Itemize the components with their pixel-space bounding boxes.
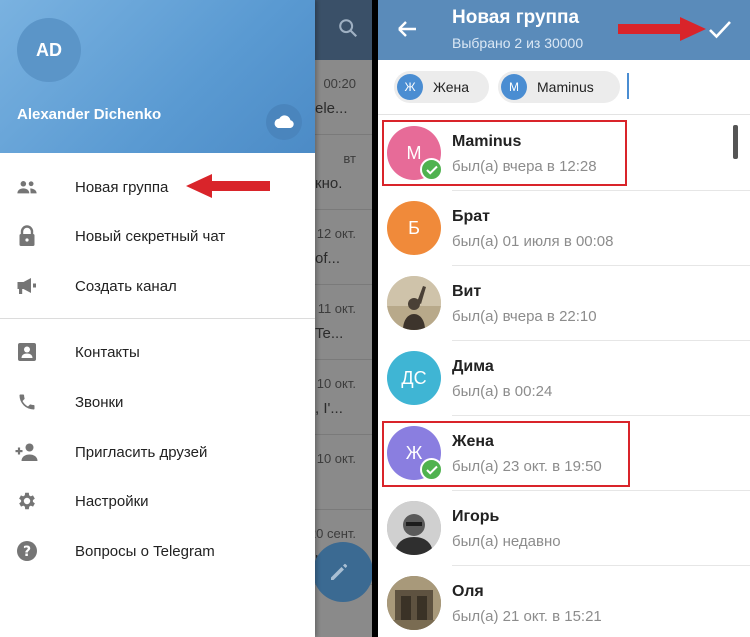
contact-name: Вит: [452, 283, 482, 300]
chat-row: 10 окт., I'...: [315, 360, 372, 435]
cloud-icon: [274, 115, 294, 128]
pencil-icon: [331, 563, 348, 580]
help-icon: ?: [15, 539, 39, 563]
avatar-photo: [387, 276, 441, 330]
page-title: Новая группа: [452, 7, 580, 28]
chat-row: 10 окт.: [315, 435, 372, 510]
saved-messages-button[interactable]: [266, 104, 302, 140]
menu-item-settings[interactable]: Настройки: [0, 476, 315, 526]
menu-label: Новая группа: [75, 178, 169, 196]
add-person-icon: [15, 440, 39, 464]
contact-name: Дима: [452, 358, 494, 375]
menu-divider: [0, 318, 315, 319]
contact-row[interactable]: Оля был(а) 21 окт. в 15:21: [378, 566, 750, 637]
megaphone-icon: [15, 274, 39, 298]
avatar-photo: [387, 501, 441, 555]
menu-label: Создать канал: [75, 277, 177, 295]
selection-count: Выбрано 2 из 30000: [452, 35, 584, 51]
menu-label: Пригласить друзей: [75, 443, 208, 461]
contact-row[interactable]: ДС Дима был(а) в 00:24: [378, 341, 750, 416]
contact-status: был(а) 21 окт. в 15:21: [452, 608, 602, 625]
chat-row: 11 окт. Te...: [315, 285, 372, 360]
new-group-toolbar: Новая группа Выбрано 2 из 30000: [378, 0, 750, 60]
drawer-header: AD Alexander Dichenko: [0, 0, 315, 153]
menu-label: Звонки: [75, 393, 124, 411]
contact-status: был(а) в 00:24: [452, 383, 553, 400]
contact-name: Брат: [452, 208, 491, 225]
menu-label: Контакты: [75, 343, 140, 361]
contact-name: Оля: [452, 583, 484, 600]
left-screen: 00:20 ele... вт кно. 12 окт. of... 11 окт. T…: [0, 0, 372, 637]
contact-row[interactable]: Игорь был(а) недавно: [378, 491, 750, 566]
check-icon[interactable]: [708, 18, 732, 40]
svg-text:?: ?: [23, 544, 31, 560]
screenshot-frame: 00:20 ele... вт кно. 12 окт. of... 11 окт. T…: [0, 0, 750, 637]
chip-avatar: Ж: [397, 74, 423, 100]
annotation-arrow: [186, 174, 270, 198]
navigation-drawer: AD Alexander Dichenko Новая группа Новый…: [0, 0, 315, 637]
menu-label: Вопросы о Telegram: [75, 542, 215, 560]
contact-name: Игорь: [452, 508, 500, 525]
menu-item-create-channel[interactable]: Создать канал: [0, 261, 315, 311]
lock-icon: [15, 224, 39, 248]
chat-row: 12 окт. of...: [315, 210, 372, 285]
contact-status: был(а) вчера в 22:10: [452, 308, 597, 325]
contact-status: был(а) 01 июля в 00:08: [452, 233, 614, 250]
compose-fab[interactable]: [313, 542, 372, 602]
search-input-cursor[interactable]: [627, 73, 629, 99]
menu-item-telegram-faq[interactable]: ? Вопросы о Telegram: [0, 526, 315, 576]
contacts-icon: [15, 340, 39, 364]
back-arrow-icon[interactable]: [396, 18, 418, 40]
avatar: ДС: [387, 351, 441, 405]
menu-item-invite-friends[interactable]: Пригласить друзей: [0, 427, 315, 477]
gear-icon: [15, 489, 39, 513]
chat-list-toolbar: [315, 0, 372, 60]
group-icon: [15, 175, 39, 199]
contact-status: был(а) недавно: [452, 533, 561, 550]
avatar[interactable]: AD: [17, 18, 81, 82]
annotation-highlight: [382, 120, 627, 186]
menu-label: Настройки: [75, 492, 149, 510]
user-name: Alexander Dichenko: [17, 106, 162, 123]
scrollbar[interactable]: [733, 125, 738, 159]
contact-row[interactable]: Вит был(а) вчера в 22:10: [378, 266, 750, 341]
chip-maminus[interactable]: M Maminus: [498, 71, 620, 103]
chip-label: Жена: [433, 79, 470, 95]
menu-item-contacts[interactable]: Контакты: [0, 327, 315, 377]
annotation-arrow: [618, 17, 706, 41]
chat-row: 00:20 ele...: [315, 60, 372, 135]
avatar: Б: [387, 201, 441, 255]
chip-zhena[interactable]: Ж Жена: [394, 71, 489, 103]
phone-icon: [15, 390, 39, 414]
chip-label: Maminus: [537, 79, 594, 95]
menu-item-secret-chat[interactable]: Новый секретный чат: [0, 211, 315, 261]
search-icon[interactable]: [337, 17, 359, 39]
chat-row: вт кно.: [315, 135, 372, 210]
chip-avatar: M: [501, 74, 527, 100]
contact-row[interactable]: Б Брат был(а) 01 июля в 00:08: [378, 191, 750, 266]
annotation-highlight: [382, 421, 630, 487]
selected-chips-bar: Ж Жена M Maminus: [378, 60, 750, 115]
menu-item-calls[interactable]: Звонки: [0, 377, 315, 427]
menu-label: Новый секретный чат: [75, 227, 226, 245]
avatar-photo: [387, 576, 441, 630]
right-screen: Новая группа Выбрано 2 из 30000 Ж Жена M…: [378, 0, 750, 637]
